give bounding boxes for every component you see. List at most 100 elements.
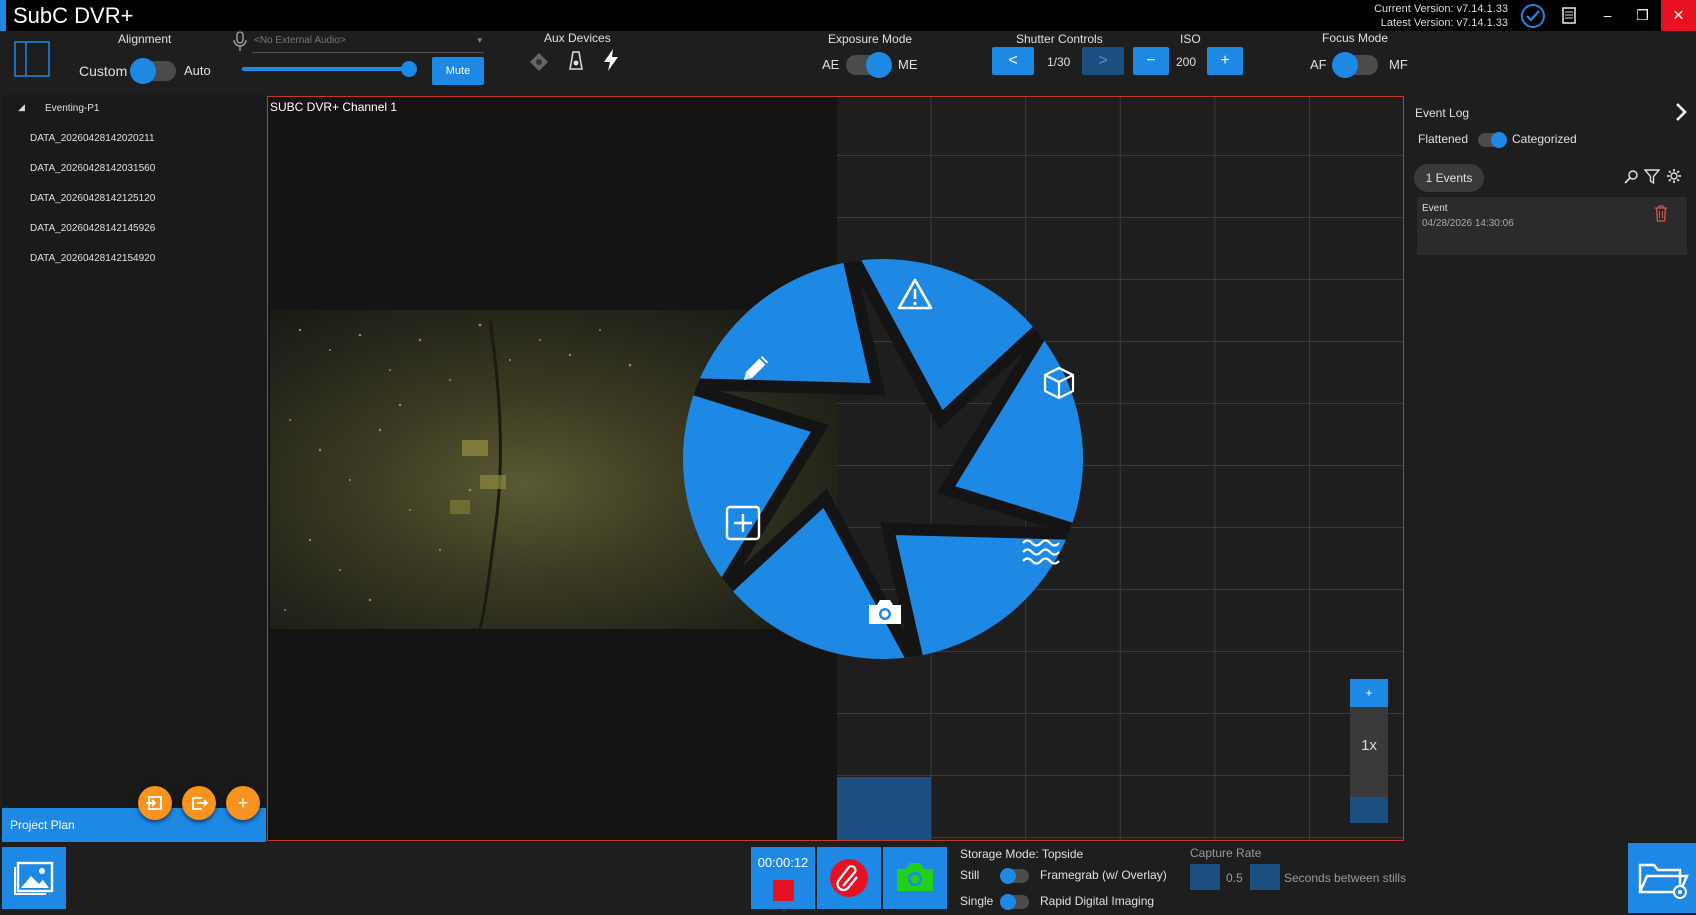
mute-button[interactable]: Mute [432, 57, 484, 85]
bottom-bar: 00:00:12 Storage Mode: Topside Still Fra… [0, 843, 1696, 915]
tree-item[interactable]: DATA_20260428142145926 [21, 216, 256, 242]
capture-rate-decrease-button[interactable] [1190, 864, 1220, 890]
add-project-button[interactable]: + [226, 786, 260, 820]
focus-mf-label: MF [1389, 57, 1408, 72]
event-log-panel: Event Log Flattened Categorized 1 Events… [1406, 95, 1696, 842]
camera-green-icon [897, 863, 933, 891]
framegrab-label: Framegrab (w/ Overlay) [1040, 868, 1167, 882]
zoom-level: 1x [1361, 737, 1377, 754]
collapse-icon[interactable]: ◢ [18, 102, 25, 113]
check-circle-icon[interactable] [1520, 3, 1546, 29]
import-icon [146, 796, 162, 810]
camera-icon[interactable] [866, 597, 904, 627]
layout-panel-icon[interactable] [14, 41, 50, 77]
export-icon [192, 797, 209, 810]
tree-item[interactable]: DATA_20260428142125120 [21, 186, 256, 212]
top-toolbar: Alignment Custom Auto <No External Audio… [0, 31, 1696, 95]
event-card[interactable]: Event 04/28/2026 14:30:06 [1417, 197, 1687, 255]
still-label: Still [960, 868, 980, 882]
diamond-icon[interactable] [528, 51, 550, 73]
exposure-mode-label: Exposure Mode [828, 32, 913, 46]
close-button[interactable]: ✕ [1661, 0, 1696, 31]
export-button[interactable] [182, 786, 216, 820]
gallery-button[interactable] [2, 847, 66, 909]
notes-icon[interactable] [1556, 3, 1582, 29]
event-log-title: Event Log [1415, 106, 1470, 120]
waves-icon[interactable] [1021, 535, 1061, 569]
image-gallery-icon [14, 861, 54, 895]
iso-minus-button[interactable]: − [1133, 47, 1169, 75]
alignment-toggle[interactable] [130, 58, 176, 84]
search-icon[interactable] [1623, 169, 1639, 185]
current-version: Current Version: v7.14.1.33 [1374, 3, 1508, 15]
exposure-mode-toggle[interactable] [846, 52, 892, 78]
exposure-ae-label: AE [822, 57, 840, 72]
import-button[interactable] [138, 786, 172, 820]
restore-button[interactable]: ❐ [1625, 0, 1660, 31]
event-log-view-toggle[interactable] [1478, 132, 1507, 148]
flash-icon[interactable] [601, 48, 621, 72]
iso-plus-button[interactable]: + [1207, 47, 1243, 75]
shutter-prev-button[interactable]: < [992, 47, 1034, 75]
tree-root-item[interactable]: Eventing-P1 [36, 96, 258, 122]
record-timer: 00:00:12 [757, 855, 809, 870]
event-name: Event [1422, 203, 1448, 214]
folder-gear-icon [1638, 863, 1689, 899]
event-count-pill[interactable]: 1 Events [1414, 164, 1484, 192]
capture-rate-label: Capture Rate [1190, 846, 1262, 860]
pencil-icon[interactable] [738, 350, 774, 386]
title-bar: SubC DVR+ Current Version: v7.14.1.33 La… [0, 0, 1696, 31]
minimize-button[interactable]: – [1590, 0, 1625, 31]
zoom-out-button[interactable] [1350, 797, 1388, 823]
trash-icon[interactable] [1654, 205, 1668, 222]
shutter-next-button[interactable]: > [1082, 47, 1124, 75]
capture-rate-increase-button[interactable] [1250, 864, 1280, 890]
warning-icon[interactable] [897, 277, 933, 311]
zoom-control[interactable]: + 1x [1350, 679, 1388, 823]
grid-selected-cell [837, 777, 931, 840]
aux-devices-label: Aux Devices [544, 31, 611, 45]
shutter-controls-label: Shutter Controls [1016, 32, 1103, 46]
shutter-value: 1/30 [1047, 55, 1071, 69]
microphone-icon [232, 31, 248, 53]
gear-icon[interactable] [1666, 168, 1682, 184]
audio-source-value: <No External Audio> [254, 35, 346, 46]
title-accent [0, 0, 6, 31]
add-square-icon[interactable] [725, 505, 761, 541]
lamp-icon[interactable] [565, 49, 587, 73]
tree-item[interactable]: DATA_20260428142154920 [21, 246, 256, 272]
alignment-label: Alignment [118, 32, 172, 46]
alignment-auto-label: Auto [184, 63, 211, 78]
video-viewport[interactable]: SUBC DVR+ Channel 1 + 1x [267, 96, 1404, 841]
exposure-me-label: ME [898, 57, 918, 72]
focus-mode-toggle[interactable] [1332, 52, 1378, 78]
audio-source-select[interactable]: <No External Audio> ▾ [252, 31, 484, 53]
storage-mode: Storage Mode: Topside [960, 847, 1084, 861]
chevron-right-icon[interactable] [1672, 101, 1690, 123]
filter-icon[interactable] [1643, 168, 1661, 185]
snapshot-button[interactable] [883, 847, 947, 909]
shutter-blade-pencil[interactable] [676, 249, 886, 396]
latest-version: Latest Version: v7.14.1.33 [1380, 17, 1508, 29]
audio-level-handle[interactable] [400, 61, 417, 77]
project-plan-tab[interactable]: Project Plan [2, 808, 266, 842]
alignment-custom-label: Custom [79, 63, 128, 79]
focus-af-label: AF [1310, 57, 1327, 72]
zoom-in-button[interactable]: + [1350, 679, 1388, 707]
paperclip-icon [830, 859, 868, 897]
app-window: SubC DVR+ Current Version: v7.14.1.33 La… [0, 0, 1696, 915]
video-channel-caption: SUBC DVR+ Channel 1 [270, 100, 398, 114]
cube-icon[interactable] [1041, 365, 1077, 401]
capture-rate-value: 0.5 [1226, 871, 1243, 885]
tree-item[interactable]: DATA_20260428142031560 [21, 156, 256, 182]
stop-icon [773, 880, 794, 901]
seconds-between-stills-label: Seconds between stills [1284, 871, 1407, 885]
single-mode-toggle[interactable] [1000, 894, 1029, 910]
record-stop-button[interactable]: 00:00:12 [751, 847, 815, 909]
tree-item[interactable]: DATA_20260428142020211 [21, 126, 256, 152]
audio-level-slider[interactable] [242, 61, 417, 77]
event-log-flattened-label: Flattened [1418, 132, 1469, 146]
attach-button[interactable] [817, 847, 881, 909]
still-mode-toggle[interactable] [1000, 868, 1029, 884]
storage-settings-button[interactable] [1628, 843, 1696, 913]
